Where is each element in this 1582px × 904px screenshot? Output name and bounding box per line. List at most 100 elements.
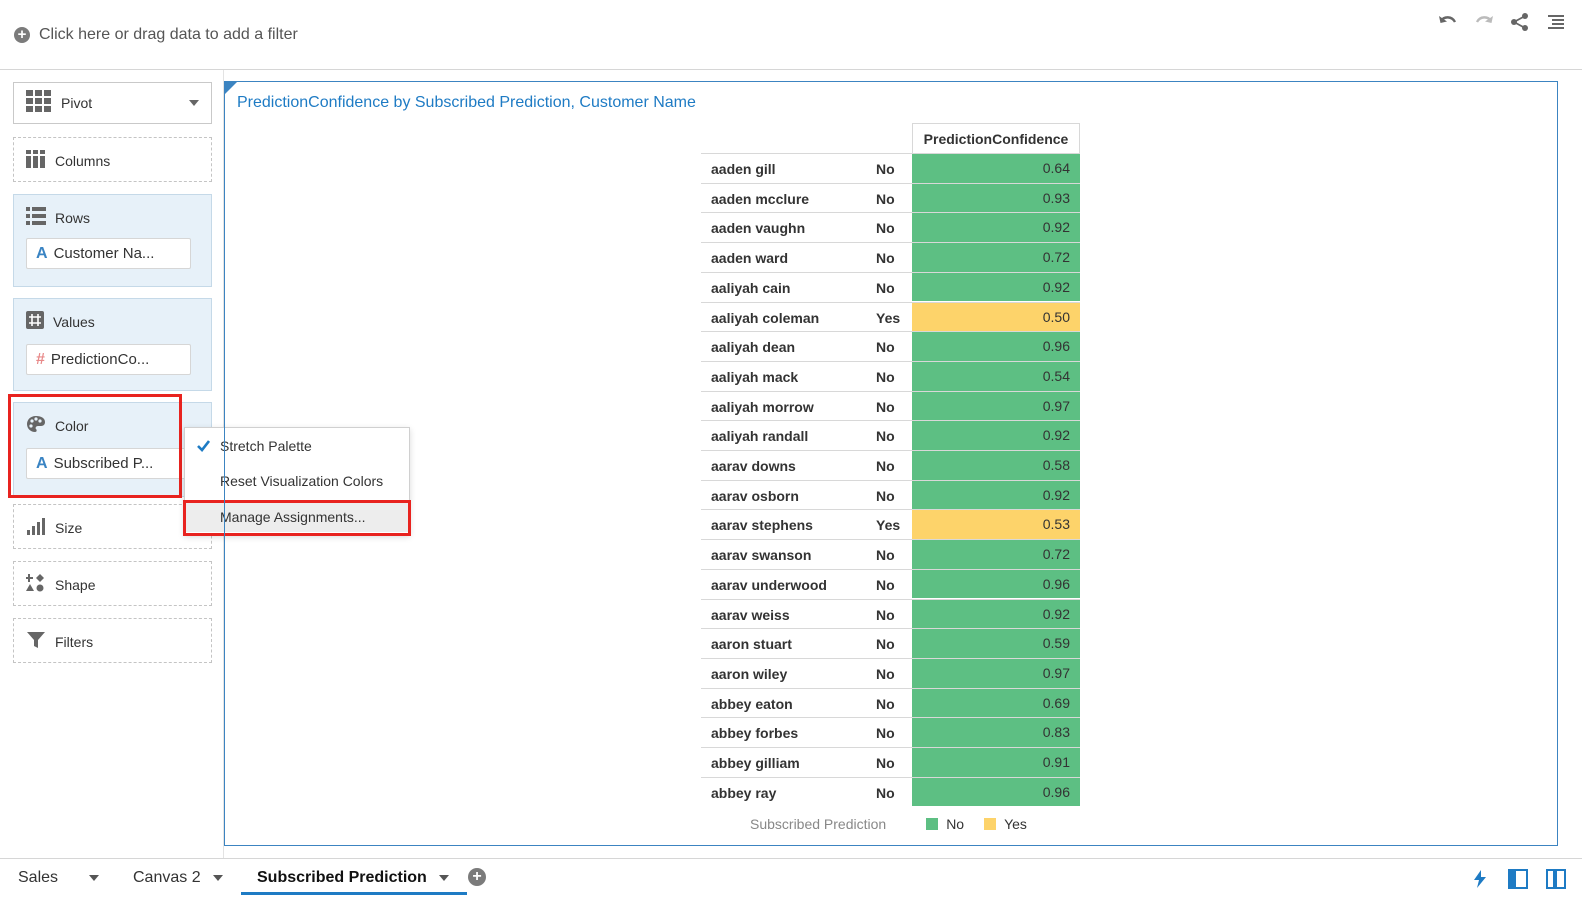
menu-icon[interactable] (1544, 10, 1568, 34)
redo-icon[interactable] (1472, 10, 1496, 34)
table-row[interactable]: aaron stuart No 0.59 (701, 628, 1080, 658)
pivot-visualization[interactable]: PredictionConfidence by Subscribed Predi… (224, 81, 1558, 846)
measure-icon: # (36, 350, 45, 368)
prediction-confidence-cell: 0.54 (912, 361, 1080, 391)
customer-name-cell: aaliyah mack (711, 368, 799, 385)
customer-name-cell: aaron wiley (711, 665, 788, 682)
filter-bar: + Click here or drag data to add a filte… (0, 0, 1582, 70)
viz-type-label: Pivot (61, 95, 93, 111)
table-row[interactable]: aaliyah morrow No 0.97 (701, 390, 1080, 421)
customer-name-cell: aarav underwood (711, 576, 827, 593)
size-icon (26, 517, 46, 538)
table-row[interactable]: aaliyah cain No 0.92 (701, 271, 1080, 302)
customer-name-cell: aaron stuart (711, 636, 792, 653)
subscribed-prediction-cell: No (876, 339, 895, 356)
check-icon (197, 439, 211, 455)
tab-label: Canvas 2 (133, 869, 201, 886)
share-icon[interactable] (1508, 10, 1532, 34)
prediction-confidence-cell: 0.97 (912, 658, 1080, 688)
prediction-confidence-cell: 0.72 (912, 540, 1080, 569)
table-row[interactable]: aaron wiley No 0.97 (701, 657, 1080, 688)
customer-name-cell: aarav stephens (711, 517, 813, 534)
table-row[interactable]: aaliyah mack No 0.54 (701, 360, 1080, 391)
columns-section[interactable]: Columns (13, 137, 212, 182)
customer-name-cell: abbey forbes (711, 725, 799, 742)
table-row[interactable]: aaden vaughn No 0.92 (701, 212, 1080, 243)
color-section[interactable]: Color A Subscribed P... (13, 402, 212, 497)
tab-subscribed-prediction-menu-icon[interactable] (439, 875, 449, 881)
prediction-confidence-cell: 0.92 (912, 272, 1080, 302)
subscribed-prediction-cell: Yes (876, 309, 901, 326)
filters-label: Filters (55, 633, 94, 650)
table-row[interactable]: aaden ward No 0.72 (701, 242, 1080, 272)
prediction-confidence-cell: 0.72 (912, 243, 1080, 272)
subscribed-prediction-cell: No (876, 279, 895, 296)
customer-name-cell: aarav downs (711, 458, 796, 474)
selection-corner-icon (224, 81, 238, 95)
prediction-confidence-cell: 0.96 (912, 569, 1080, 599)
values-section[interactable]: Values # PredictionCo... (13, 298, 212, 391)
hash-icon (26, 311, 44, 332)
table-row[interactable]: aarav weiss No 0.92 (701, 598, 1080, 629)
auto-apply-icon[interactable] (1468, 867, 1492, 891)
table-row[interactable]: aarav swanson No 0.72 (701, 539, 1080, 569)
color-item-pill[interactable]: A Subscribed P... (26, 448, 191, 479)
undo-icon[interactable] (1436, 10, 1460, 34)
legend-entry: No (926, 816, 964, 832)
tab-canvas-2[interactable]: Canvas 2 (133, 859, 201, 897)
subscribed-prediction-cell: No (876, 665, 895, 682)
table-row[interactable]: abbey gilliam No 0.91 (701, 747, 1080, 777)
table-row[interactable]: aaliyah randall No 0.92 (701, 420, 1080, 450)
tab-sales-menu-icon[interactable] (89, 875, 99, 881)
rows-item-label: Customer Na... (53, 245, 155, 262)
table-row[interactable]: aarav downs No 0.58 (701, 450, 1080, 480)
prediction-confidence-cell: 0.96 (912, 332, 1080, 361)
table-row[interactable]: abbey eaton No 0.69 (701, 687, 1080, 718)
prediction-confidence-cell: 0.92 (912, 421, 1080, 450)
tab-label: Sales (18, 869, 59, 886)
tab-label: Subscribed Prediction (257, 869, 427, 886)
table-row[interactable]: aarav osborn No 0.92 (701, 479, 1080, 510)
rows-item-pill[interactable]: A Customer Na... (26, 238, 191, 269)
filters-section[interactable]: Filters (13, 618, 212, 663)
table-row[interactable]: aaden gill No 0.64 (701, 153, 1080, 183)
subscribed-prediction-cell: No (876, 161, 895, 177)
shape-section[interactable]: Shape (13, 561, 212, 606)
rows-section[interactable]: Rows A Customer Na... (13, 194, 212, 287)
table-row[interactable]: aaliyah coleman Yes 0.50 (701, 301, 1080, 332)
size-section[interactable]: Size (13, 504, 212, 549)
table-row[interactable]: aarav stephens Yes 0.53 (701, 509, 1080, 540)
viz-type-select[interactable]: Pivot (13, 82, 212, 124)
tab-sales[interactable]: Sales (18, 859, 58, 897)
add-filter-text: Click here or drag data to add a filter (39, 26, 298, 43)
table-row[interactable]: abbey forbes No 0.83 (701, 717, 1080, 747)
prediction-confidence-cell: 0.93 (912, 183, 1080, 213)
values-item-pill[interactable]: # PredictionCo... (26, 344, 191, 375)
prediction-confidence-cell: 0.58 (912, 451, 1080, 480)
value-column-header: PredictionConfidence (912, 123, 1080, 153)
customer-name-cell: aaliyah randall (711, 428, 809, 445)
table-row[interactable]: aaliyah dean No 0.96 (701, 331, 1080, 361)
subscribed-prediction-cell: No (876, 250, 895, 267)
chevron-down-icon (189, 100, 199, 106)
add-canvas-icon[interactable]: + (468, 868, 486, 886)
filter-icon (26, 631, 46, 652)
data-panel-toggle-icon[interactable] (1506, 867, 1530, 891)
table-row[interactable]: aarav underwood No 0.96 (701, 568, 1080, 599)
bottom-right-controls (1468, 867, 1568, 891)
subscribed-prediction-cell: No (876, 220, 895, 237)
subscribed-prediction-cell: No (876, 784, 895, 801)
prediction-confidence-cell: 0.92 (912, 213, 1080, 243)
grammar-panel-toggle-icon[interactable] (1544, 867, 1568, 891)
table-row[interactable]: aaden mcclure No 0.93 (701, 182, 1080, 213)
rows-icon (26, 207, 46, 228)
customer-name-cell: abbey gilliam (711, 755, 800, 771)
customer-name-cell: aaden ward (711, 250, 789, 267)
prediction-confidence-cell: 0.83 (912, 718, 1080, 747)
tab-canvas-2-menu-icon[interactable] (213, 875, 223, 881)
customer-name-cell: aaliyah dean (711, 339, 796, 356)
table-row[interactable]: abbey ray No 0.96 (701, 776, 1080, 807)
legend-label: Yes (1004, 816, 1027, 832)
customer-name-cell: abbey eaton (711, 695, 793, 712)
add-filter-area[interactable]: + Click here or drag data to add a filte… (14, 26, 298, 44)
